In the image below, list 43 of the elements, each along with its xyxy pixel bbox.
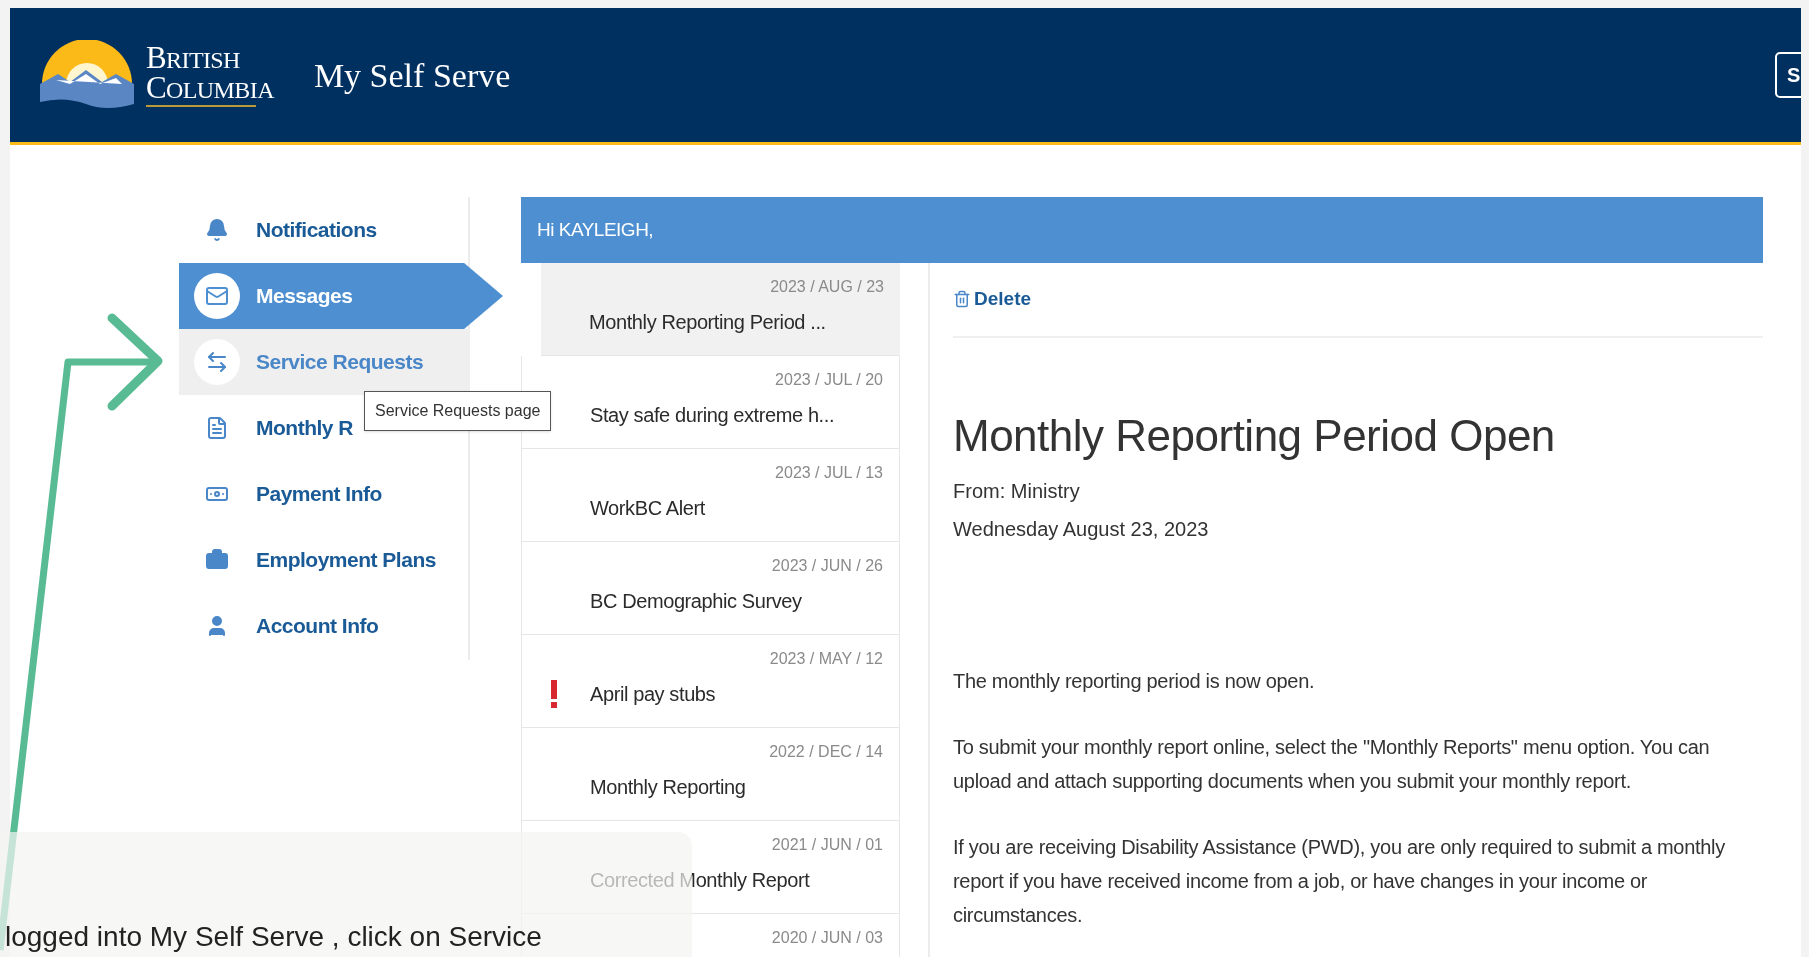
swap-arrows-icon <box>205 350 229 374</box>
header-button[interactable]: S <box>1775 52 1801 98</box>
message-date: Wednesday August 23, 2023 <box>953 517 1210 543</box>
message-item[interactable]: 2023 / MAY / 12 April pay stubs <box>521 635 900 728</box>
message-date: 2022 / DEC / 14 <box>769 742 883 762</box>
logo-wordmark: BRITISH <box>146 43 241 73</box>
briefcase-icon <box>205 548 229 572</box>
logo-wordmark: COLUMBIA <box>146 72 274 102</box>
message-title: WorkBC Alert <box>590 496 705 521</box>
message-date: 2023 / JUN / 26 <box>771 556 883 576</box>
message-title: Corrected Monthly Report <box>590 868 810 893</box>
delete-button[interactable]: Delete <box>953 285 1032 314</box>
bell-icon <box>205 218 229 242</box>
trash-icon <box>953 290 971 309</box>
sidebar-item[interactable]: Payment Info <box>179 461 470 527</box>
sidebar-item[interactable]: Account Info <box>179 593 470 659</box>
message-title: BC Demographic Survey <box>590 589 802 614</box>
sidebar-item[interactable]: Employment Plans <box>179 527 470 593</box>
sidebar-item[interactable]: Notifications <box>179 197 470 263</box>
message-title: April pay stubs <box>590 682 716 707</box>
message-item[interactable]: 2022 / DEC / 14 Monthly Reporting <box>521 728 900 821</box>
message-title: Monthly Reporting <box>590 775 746 800</box>
message-date: 2023 / MAY / 12 <box>769 649 883 669</box>
tooltip: Service Requests page <box>364 391 552 431</box>
message-date: 2021 / JUN / 01 <box>771 835 883 855</box>
message-sender: From: Ministry <box>953 479 1081 505</box>
site-title: My Self Serve <box>313 55 511 96</box>
message-item[interactable]: 2023 / JUL / 13 WorkBC Alert <box>521 449 900 542</box>
message-item[interactable]: 2023 / JUN / 26 BC Demographic Survey <box>521 542 900 635</box>
message-paragraph: To submit your monthly report online, select the "Monthly Reports" menu option. You can upload and attach supporting documents when you submit your monthly report. <box>953 735 1711 795</box>
message-title: Monthly Reporting Period ... <box>589 310 826 335</box>
message-date: 2020 / JUN / 03 <box>771 928 883 948</box>
message-paragraph: If you are receiving Disability Assistance (PWD), you are only required to submit a monthly report if you have received income from a job, or have changes in your income or circumstances. <box>953 835 1726 929</box>
message-item[interactable]: 2023 / AUG / 23 Monthly Reporting Period ... <box>541 263 900 356</box>
document-icon <box>205 416 229 440</box>
message-date: 2023 / AUG / 23 <box>770 277 884 297</box>
envelope-icon <box>205 284 229 308</box>
message-paragraph: The monthly reporting period is now open. <box>953 669 1316 695</box>
message-date: 2023 / JUL / 20 <box>775 370 883 390</box>
message-heading: Monthly Reporting Period Open <box>953 409 1556 462</box>
greeting-bar: Hi KAYLEIGH, <box>521 197 1763 263</box>
message-date: 2023 / JUL / 13 <box>775 463 883 483</box>
message-title: Stay safe during extreme h... <box>590 403 835 428</box>
